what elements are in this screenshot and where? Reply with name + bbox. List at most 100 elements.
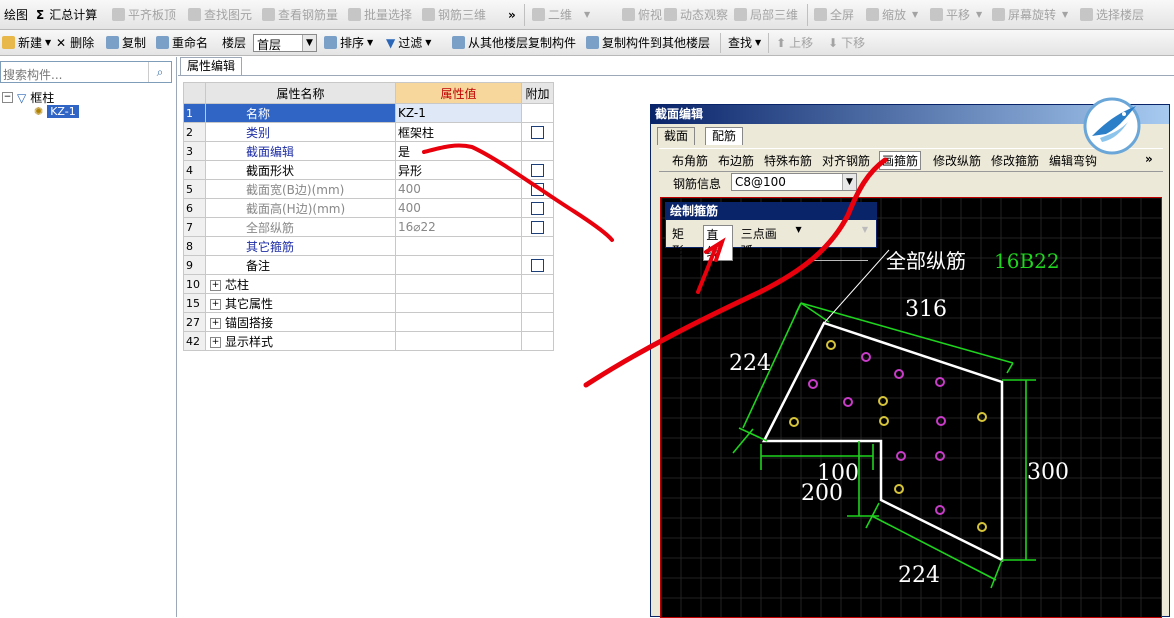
find-element-button[interactable]: 查找图元 — [188, 0, 252, 29]
property-value[interactable] — [395, 331, 522, 351]
search-input[interactable]: 搜索构件... ⌕ — [0, 61, 172, 83]
expand-icon[interactable]: + — [210, 317, 221, 329]
rebar-dot — [789, 417, 799, 427]
property-value[interactable]: KZ-1 — [395, 103, 522, 123]
rebar-3d-button[interactable]: 钢筋三维 — [422, 0, 486, 29]
fullscreen-button[interactable]: 全屏 — [814, 0, 854, 29]
extra-checkbox[interactable] — [531, 164, 544, 177]
orbit-button[interactable]: 动态观察 — [664, 0, 728, 29]
expand-icon[interactable]: + — [210, 298, 221, 310]
property-value[interactable] — [395, 312, 522, 332]
toolbar-overflow-button[interactable]: » — [508, 0, 516, 29]
grid-row[interactable]: 15 + 其它属性 — [183, 293, 554, 313]
property-value[interactable]: 是 — [395, 141, 522, 161]
extra-checkbox[interactable] — [531, 221, 544, 234]
property-value[interactable]: 400 — [395, 179, 522, 199]
property-value[interactable] — [395, 236, 522, 256]
extra-checkbox[interactable] — [531, 259, 544, 272]
rectangle-tool[interactable]: 矩形 — [672, 225, 695, 261]
grid-row[interactable]: 4 截面形状 异形 — [183, 160, 554, 180]
corner-rebar-button[interactable]: 布角筋 — [672, 152, 708, 169]
extra-cell — [521, 217, 554, 237]
screen-rotate-button[interactable]: 屏幕旋转 ▼ — [992, 0, 1068, 29]
rebar-dot — [894, 369, 904, 379]
search-icon[interactable]: ⌕ — [148, 62, 171, 82]
property-value[interactable]: 16⌀22 — [395, 217, 522, 237]
orbit-icon — [664, 8, 677, 21]
extra-checkbox[interactable] — [531, 126, 544, 139]
edge-rebar-button[interactable]: 布边筋 — [718, 152, 754, 169]
property-value[interactable]: 400 — [395, 198, 522, 218]
new-button[interactable]: 新建 ▼ — [2, 30, 51, 55]
chevron-down-icon: ▼ — [584, 10, 591, 19]
floor-select[interactable]: 首层 ▼ — [253, 34, 317, 52]
edit-longitudinal-button[interactable]: 修改纵筋 — [933, 152, 981, 169]
sort-button[interactable]: 排序 ▼ — [324, 30, 373, 55]
property-name: + 锚固搭接 — [205, 312, 396, 332]
expand-icon[interactable]: + — [210, 336, 221, 348]
collapse-icon[interactable]: − — [2, 92, 13, 103]
tab-property-edit[interactable]: 属性编辑 — [180, 57, 243, 75]
grid-row[interactable]: 1 名称 KZ-1 — [183, 103, 554, 123]
extra-checkbox[interactable] — [531, 202, 544, 215]
grid-row[interactable]: 9 备注 — [183, 255, 554, 275]
batch-select-button[interactable]: 批量选择 — [348, 0, 412, 29]
grid-row[interactable]: 5 截面宽(B边)(mm) 400 — [183, 179, 554, 199]
view-2d-icon — [532, 8, 545, 21]
tree-item-kz1[interactable]: ✺ KZ-1 — [34, 105, 79, 118]
copy-from-floor-button[interactable]: 从其他楼层复制构件 — [452, 30, 576, 55]
property-value[interactable] — [395, 255, 522, 275]
search-placeholder: 搜索构件... — [3, 68, 63, 82]
view-rebar-qty-button[interactable]: 查看钢筋量 — [262, 0, 338, 29]
summary-calc-button[interactable]: Σ 汇总计算 — [36, 0, 97, 29]
tree-root[interactable]: − ▽ 框柱 — [2, 89, 54, 106]
align-rebar-button[interactable]: 对齐钢筋 — [822, 152, 870, 169]
property-value[interactable] — [395, 293, 522, 313]
pan-button[interactable]: 平移 ▼ — [930, 0, 982, 29]
view-2d-button[interactable]: 二维 ▼ — [532, 0, 590, 29]
chevron-down-icon: ▼ — [45, 38, 52, 47]
select-floor-button[interactable]: 选择楼层 — [1080, 0, 1144, 29]
draw-stirrup-button[interactable]: 画箍筋 — [879, 151, 922, 170]
expand-icon[interactable]: + — [210, 279, 221, 291]
move-down-button[interactable]: ⬇ 下移 — [828, 30, 865, 55]
copy-to-floor-button[interactable]: 复制构件到其他楼层 — [586, 30, 710, 55]
grid-row[interactable]: 7 全部纵筋 16⌀22 — [183, 217, 554, 237]
copy-button[interactable]: 复制 — [106, 30, 146, 55]
move-up-button[interactable]: ⬆ 上移 — [776, 30, 813, 55]
property-value[interactable]: 异形 — [395, 160, 522, 180]
row-number: 1 — [183, 103, 206, 123]
zoom-button[interactable]: 缩放 ▼ — [866, 0, 918, 29]
grid-row[interactable]: 8 其它箍筋 — [183, 236, 554, 256]
grid-row[interactable]: 2 类别 框架柱 — [183, 122, 554, 142]
delete-icon: ✕ — [56, 35, 67, 50]
extra-checkbox[interactable] — [531, 183, 544, 196]
draw-button[interactable]: 绘图 — [4, 0, 28, 29]
local-3d-button[interactable]: 局部三维 — [734, 0, 798, 29]
three-point-arc-tool[interactable]: 三点画弧 — [741, 225, 788, 261]
property-value[interactable] — [395, 274, 522, 294]
edit-stirrup-button[interactable]: 修改箍筋 — [991, 152, 1039, 169]
find-button[interactable]: 查找 ▼ — [728, 30, 761, 55]
rebar-info-select[interactable]: C8@100 ▼ — [731, 173, 857, 191]
floor-icon — [1080, 8, 1093, 21]
rebar-tools-overflow[interactable]: » — [1145, 152, 1153, 166]
filter-button[interactable]: ▼ 过滤 ▼ — [386, 30, 431, 55]
rename-button[interactable]: 重命名 — [156, 30, 208, 55]
grid-row[interactable]: 6 截面高(H边)(mm) 400 — [183, 198, 554, 218]
line-tool[interactable]: 直线 — [703, 225, 733, 261]
tab-section[interactable]: 截面 — [657, 127, 696, 145]
align-slab-top-button[interactable]: 平齐板顶 — [112, 0, 176, 29]
tab-rebar[interactable]: 配筋 — [705, 127, 744, 145]
property-value[interactable]: 框架柱 — [395, 122, 522, 142]
special-rebar-button[interactable]: 特殊布筋 — [764, 152, 812, 169]
chevron-down-icon[interactable]: ▼ — [795, 225, 801, 261]
delete-button[interactable]: ✕ 删除 — [56, 30, 94, 55]
grid-row[interactable]: 27 + 锚固搭接 — [183, 312, 554, 332]
group-label: 芯柱 — [225, 277, 250, 292]
rotate-icon — [992, 8, 1005, 21]
grid-row[interactable]: 10 + 芯柱 — [183, 274, 554, 294]
grid-row[interactable]: 3 截面编辑是 — [183, 141, 554, 161]
grid-row[interactable]: 42 + 显示样式 — [183, 331, 554, 351]
dim-label: 224 — [898, 563, 940, 588]
